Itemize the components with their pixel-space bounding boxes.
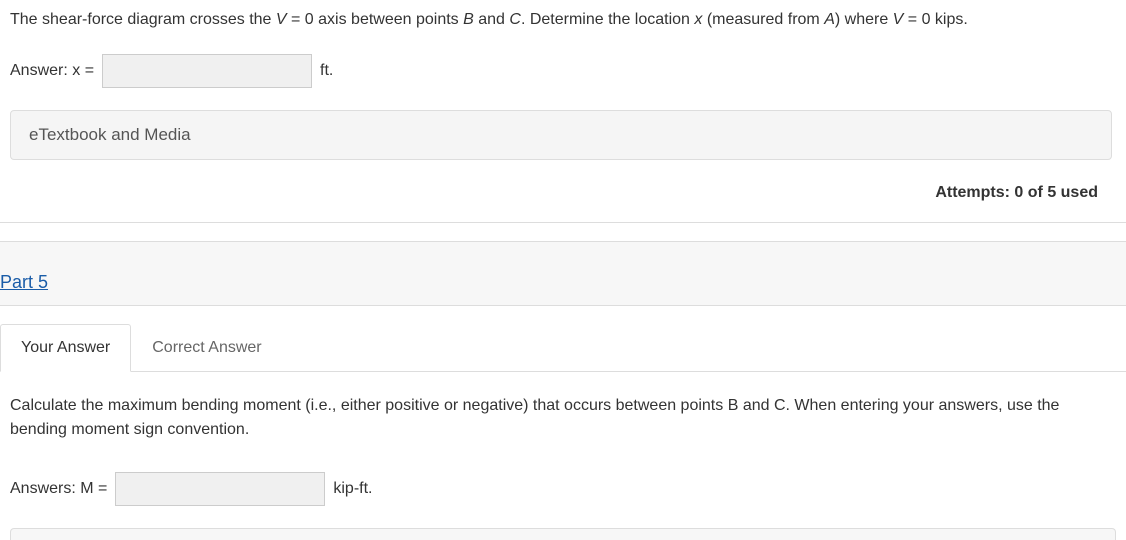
answer-input-x[interactable] (102, 54, 312, 88)
attempts-status: Attempts: 0 of 5 used (0, 160, 1126, 222)
answer-unit-m: kip-ft. (333, 480, 372, 498)
part-5-header-link[interactable]: Part 5 (0, 272, 48, 292)
tab-your-answer[interactable]: Your Answer (0, 324, 131, 372)
bottom-panel-edge (10, 528, 1116, 540)
answer-label-x: Answer: x = (10, 62, 94, 80)
tab-correct-answer[interactable]: Correct Answer (131, 324, 282, 371)
question-text-part5: Calculate the maximum bending moment (i.… (0, 372, 1126, 442)
answer-tabs: Your Answer Correct Answer (0, 324, 1126, 372)
section-divider (0, 222, 1126, 223)
etextbook-media-button[interactable]: eTextbook and Media (10, 110, 1112, 160)
answer-unit-x: ft. (320, 62, 333, 80)
question-text-part4: The shear-force diagram crosses the V = … (10, 8, 1116, 32)
answer-label-m: Answers: M = (10, 480, 107, 498)
answer-input-m[interactable] (115, 472, 325, 506)
